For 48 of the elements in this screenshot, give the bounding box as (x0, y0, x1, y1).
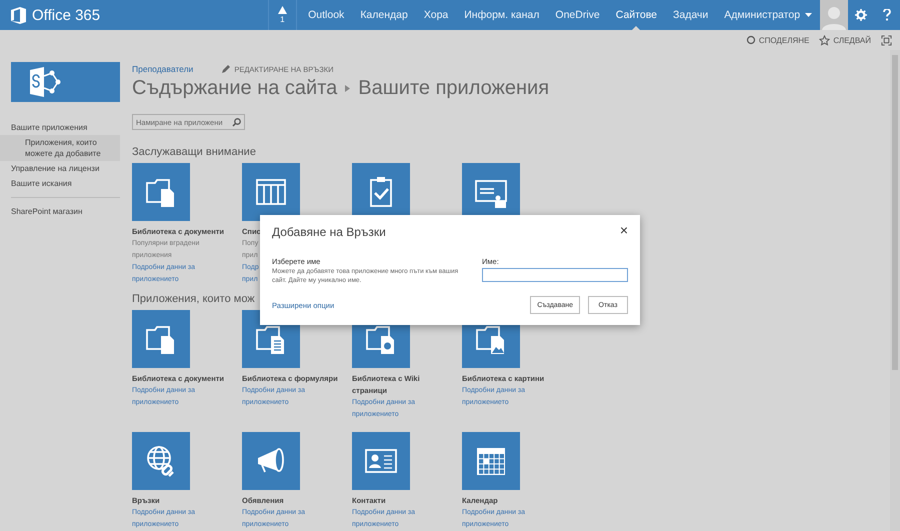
sidebar-item[interactable]: SharePoint магазин (0, 204, 120, 219)
office-logo-icon (10, 6, 27, 24)
app-tile[interactable] (462, 432, 520, 490)
warning-icon (278, 6, 287, 14)
sidebar-item[interactable]: Вашите приложения (0, 120, 120, 135)
page-title: Вашите приложения (358, 77, 550, 100)
app-tile[interactable] (242, 432, 300, 490)
name-input[interactable] (482, 268, 628, 282)
site-logo[interactable] (11, 62, 120, 102)
share-link[interactable]: СПОДЕЛЯНЕ (746, 35, 810, 45)
pencil-icon (221, 64, 230, 74)
sidebar-item[interactable]: Управление на лицензи (0, 161, 120, 176)
page-title: Съдържание на сайта (132, 77, 338, 100)
dialog-title: Добавяне на Връзки (272, 225, 386, 239)
nav-link[interactable]: Календар (352, 0, 416, 30)
sidebar-item[interactable]: Вашите искания (0, 176, 120, 191)
focus-icon[interactable] (881, 34, 892, 46)
app-tile[interactable] (132, 432, 190, 490)
settings-icon (855, 9, 868, 21)
scrollbar-thumb[interactable] (892, 55, 898, 370)
follow-link[interactable]: СЛЕДВАЙ (819, 34, 871, 46)
close-button[interactable]: × (620, 224, 628, 236)
app-tile[interactable] (242, 163, 300, 221)
nav-link[interactable]: Задачи (665, 0, 716, 30)
chevron-icon (345, 85, 350, 92)
section-heading: Приложения, които мож (132, 293, 255, 305)
app-tile[interactable] (352, 432, 410, 490)
sharepoint-logo-icon (27, 67, 61, 97)
sidebar-item[interactable]: Приложения, които можете да добавите (0, 135, 120, 161)
app-tile[interactable] (132, 310, 190, 368)
nav-link[interactable]: Администратор (716, 0, 820, 30)
person-silhouette-icon (821, 4, 848, 30)
scrollbar[interactable] (890, 50, 900, 531)
nav-link[interactable]: OneDrive (547, 0, 608, 30)
alert-count: 1 (280, 15, 285, 24)
help-icon (883, 9, 892, 21)
section-heading: Заслужаващи внимание (132, 146, 256, 158)
breadcrumb-link[interactable]: Преподаватели (132, 64, 194, 74)
brand-name: Office 365 (32, 6, 100, 24)
app-tile[interactable] (132, 163, 190, 221)
nav-link[interactable]: Сайтове (608, 0, 666, 30)
alert-button[interactable]: 1 (268, 0, 298, 30)
nav-link[interactable]: Информ. канал (456, 0, 548, 30)
star-icon (819, 34, 830, 46)
nav-link[interactable]: Хора (416, 0, 456, 30)
nav-link[interactable]: Outlook (300, 0, 352, 30)
share-icon (746, 35, 756, 45)
search-icon (232, 118, 241, 126)
